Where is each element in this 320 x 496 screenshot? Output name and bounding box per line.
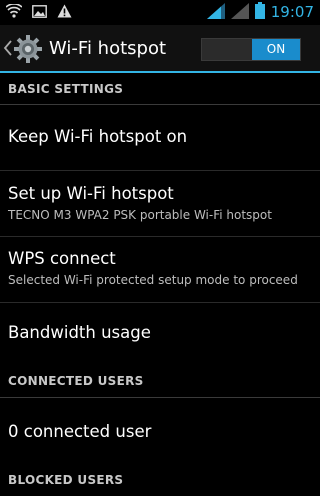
list-item-subtitle: TECNO M3 WPA2 PSK portable Wi-Fi hotspot xyxy=(8,208,272,222)
section-divider xyxy=(0,104,320,105)
list-item-title: Bandwidth usage xyxy=(8,323,151,342)
list-item-title: Keep Wi-Fi hotspot on xyxy=(8,127,188,146)
wifi-hotspot-icon xyxy=(5,3,23,22)
section-header-connected-users: CONNECTED USERS xyxy=(0,364,320,398)
hotspot-toggle[interactable]: ON xyxy=(201,38,301,61)
battery-icon xyxy=(254,2,265,23)
action-bar: Wi-Fi hotspot ON xyxy=(0,25,320,72)
list-item-subtitle: Selected Wi-Fi protected setup mode to p… xyxy=(8,273,298,287)
signal-2-icon xyxy=(230,2,249,23)
page-title: Wi-Fi hotspot xyxy=(49,38,167,59)
section-header-basic-settings: BASIC SETTINGS xyxy=(0,73,320,105)
back-caret-icon[interactable] xyxy=(3,39,13,57)
image-icon xyxy=(32,3,47,22)
clock: 19:07 xyxy=(270,3,314,21)
list-item-title: Set up Wi-Fi hotspot xyxy=(8,184,174,203)
section-header-blocked-users: BLOCKED USERS xyxy=(0,464,320,496)
signal-1-icon xyxy=(206,2,225,23)
system-icons: 19:07 xyxy=(206,2,314,23)
list-item-connected-user-count[interactable]: 0 connected user xyxy=(0,398,320,464)
toggle-on-label: ON xyxy=(252,39,300,60)
list-item-keep-hotspot-on[interactable]: Keep Wi-Fi hotspot on xyxy=(0,106,320,170)
list-item-title: WPS connect xyxy=(8,249,116,268)
section-header-label: BASIC SETTINGS xyxy=(8,82,124,96)
list-item-title: 0 connected user xyxy=(8,422,152,441)
list-item-wps-connect[interactable]: WPS connect Selected Wi-Fi protected set… xyxy=(0,237,320,302)
list-item-bandwidth-usage[interactable]: Bandwidth usage xyxy=(0,303,320,364)
settings-gear-icon[interactable] xyxy=(13,34,43,64)
warning-icon xyxy=(57,3,72,22)
list-item-set-up-hotspot[interactable]: Set up Wi-Fi hotspot TECNO M3 WPA2 PSK p… xyxy=(0,171,320,236)
section-header-label: CONNECTED USERS xyxy=(8,374,144,388)
status-bar: 19:07 xyxy=(0,0,320,25)
notification-icons xyxy=(5,3,72,22)
section-header-label: BLOCKED USERS xyxy=(8,473,124,487)
